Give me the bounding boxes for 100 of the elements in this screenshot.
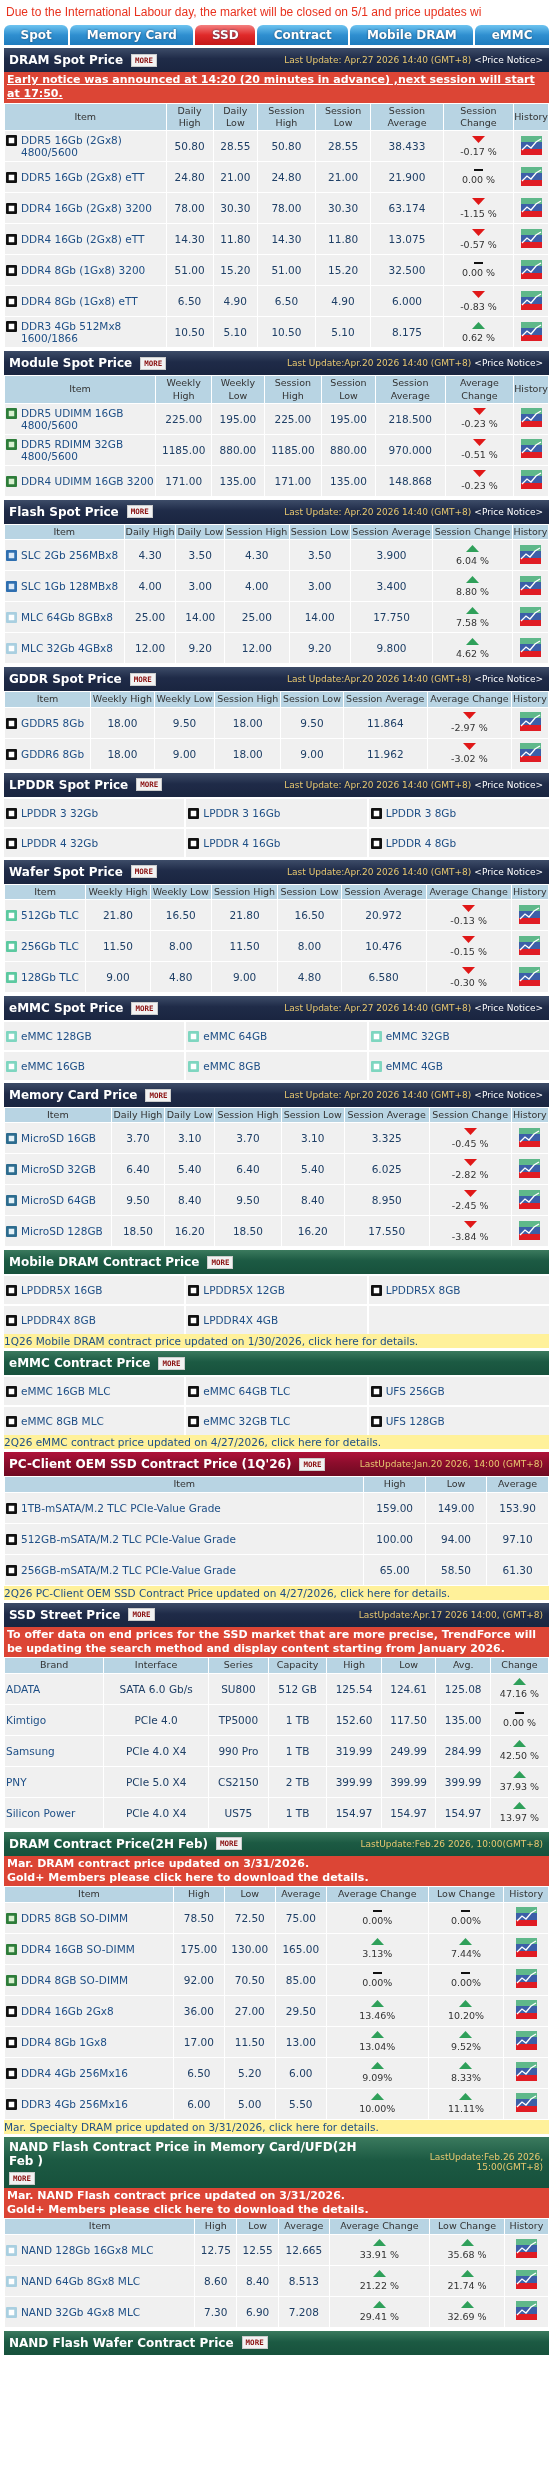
chart-icon[interactable] [520, 197, 542, 217]
price-notice-link[interactable]: <Price Notice> [474, 674, 543, 685]
change-value: 42.50 % [499, 1750, 540, 1762]
chart-icon[interactable] [520, 290, 542, 310]
chart-icon[interactable] [515, 2270, 537, 2289]
chart-icon[interactable] [519, 966, 541, 986]
price-notice-link[interactable]: <Price Notice> [474, 506, 543, 517]
item-link[interactable]: LPDDR4X 4GB [203, 1314, 279, 1327]
table-cell: 249.99 [390, 1744, 427, 1757]
item-link[interactable]: LPDDR 3 16Gb [203, 806, 281, 819]
price-notice-link[interactable]: <Price Notice> [474, 779, 543, 790]
chart-icon[interactable] [519, 544, 541, 564]
chart-icon[interactable] [520, 321, 542, 341]
table-cell: 25.00 [241, 611, 272, 624]
column-header: Average [278, 2218, 330, 2234]
chart-icon[interactable] [519, 575, 541, 595]
column-header: History [512, 524, 549, 540]
update-note-link[interactable]: 1Q26 Mobile DRAM contract price updated on 1/30/2026, click here for details. [4, 1334, 549, 1349]
chart-icon[interactable] [519, 904, 541, 924]
chart-icon[interactable] [515, 2093, 537, 2113]
table-cell: 78.00 [174, 202, 205, 215]
alert-message[interactable]: Early notice was announced at 14:20 (20 minutes in advance) ,next session will start at 17:50. [4, 72, 549, 103]
table-cell: 12.00 [241, 642, 272, 655]
item-link[interactable]: eMMC 64GB [203, 1030, 268, 1042]
table-cell: 8.40 [178, 1194, 202, 1207]
chart-icon[interactable] [515, 1969, 537, 1989]
item-link[interactable]: LPDDR 3 8Gb [385, 806, 457, 819]
chart-icon[interactable] [520, 259, 542, 279]
chart-icon[interactable] [520, 166, 542, 186]
tab[interactable]: Memory Card [70, 25, 194, 45]
item-link[interactable]: LPDDR 4 16Gb [203, 836, 281, 849]
item-link[interactable]: UFS 256GB [385, 1385, 445, 1398]
table-cell: 5.00 [238, 2097, 262, 2110]
column-header: Session Low [321, 375, 376, 404]
item-link[interactable]: eMMC 8GB [203, 1060, 261, 1072]
change-value: 35.68 % [447, 2249, 487, 2260]
chart-icon[interactable] [515, 1938, 537, 1958]
price-notice-link[interactable]: <Price Notice> [474, 55, 543, 65]
table-cell: 399.99 [335, 1775, 373, 1788]
chart-icon[interactable] [519, 1189, 541, 1209]
item-link[interactable]: eMMC 16GB [21, 1060, 85, 1072]
alert-message: Mar. DRAM contract price updated on 3/31/2026. Gold+ Members please click here to download the details. [4, 1855, 549, 1887]
update-note-link[interactable]: 2Q26 eMMC contract price updated on 4/27/2026, click here for details. [4, 1435, 549, 1450]
chart-icon[interactable] [519, 1127, 541, 1147]
tab[interactable]: Spot [4, 25, 69, 45]
tab[interactable]: Contract [257, 25, 349, 45]
table-cell: SATA 6.0 Gb/s [119, 1682, 193, 1695]
table-cell: 18.00 [232, 716, 263, 729]
table-cell: 195.00 [330, 412, 367, 425]
table-cell: 3.50 [188, 549, 212, 562]
table-cell: 16.20 [297, 1225, 328, 1238]
column-header: Item [4, 375, 156, 404]
chart-icon[interactable] [520, 408, 542, 428]
table-cell: 225.00 [165, 412, 203, 425]
table-cell: 175.00 [180, 1942, 218, 1955]
item-link[interactable]: LPDDR5X 8GB [385, 1284, 461, 1297]
table-cell: 153.90 [499, 1501, 536, 1514]
price-notice-link[interactable]: <Price Notice> [474, 1090, 543, 1100]
item-link[interactable]: eMMC 128GB [21, 1030, 92, 1042]
table-cell: 154.97 [390, 1806, 427, 1819]
chip-icon [6, 1061, 17, 1072]
tab[interactable]: SSD [195, 25, 256, 45]
chart-icon[interactable] [515, 1907, 537, 1927]
chip-icon [6, 1315, 17, 1327]
chart-icon[interactable] [519, 743, 541, 763]
table-cell: 7.30 [204, 2305, 228, 2318]
chart-icon[interactable] [519, 1220, 541, 1240]
table-cell: 8.60 [204, 2274, 228, 2287]
chart-icon[interactable] [519, 1158, 541, 1178]
chart-icon[interactable] [520, 439, 542, 459]
item-link[interactable]: UFS 128GB [385, 1415, 445, 1428]
chart-icon[interactable] [515, 2239, 537, 2258]
chart-icon[interactable] [515, 2301, 537, 2320]
chart-icon[interactable] [519, 637, 541, 657]
chart-icon[interactable] [519, 935, 541, 955]
column-header: Item [4, 1886, 174, 1903]
item-link[interactable]: eMMC 32GB [385, 1030, 450, 1042]
table-cell: 75.00 [285, 1911, 316, 1924]
item-link[interactable]: LPDDR 4 8Gb [385, 836, 457, 849]
price-notice-link[interactable]: <Price Notice> [474, 358, 543, 369]
item-link[interactable]: eMMC 4GB [385, 1060, 443, 1072]
chart-icon[interactable] [515, 2062, 537, 2082]
chart-icon[interactable] [520, 135, 542, 155]
item-link[interactable]: LPDDR 4 32Gb [21, 836, 99, 849]
table-cell: 4.30 [245, 549, 269, 562]
item-link[interactable]: LPDDR 3 32Gb [21, 806, 99, 819]
price-notice-link[interactable]: <Price Notice> [474, 1003, 543, 1013]
table-cell: 149.00 [437, 1501, 475, 1514]
table-cell: 1185.00 [271, 443, 315, 456]
price-notice-link[interactable]: <Price Notice> [474, 866, 543, 877]
chart-icon[interactable] [515, 2031, 537, 2051]
chart-icon[interactable] [519, 606, 541, 626]
table-cell: 6.40 [126, 1163, 150, 1176]
item-link[interactable]: LPDDR4X 8GB [21, 1314, 96, 1327]
chart-icon[interactable] [519, 712, 541, 732]
table-cell: 125.54 [335, 1682, 373, 1695]
chart-icon[interactable] [520, 228, 542, 248]
change-value: 13.97 % [499, 1812, 540, 1824]
chart-icon[interactable] [520, 470, 542, 490]
chart-icon[interactable] [515, 2000, 537, 2020]
